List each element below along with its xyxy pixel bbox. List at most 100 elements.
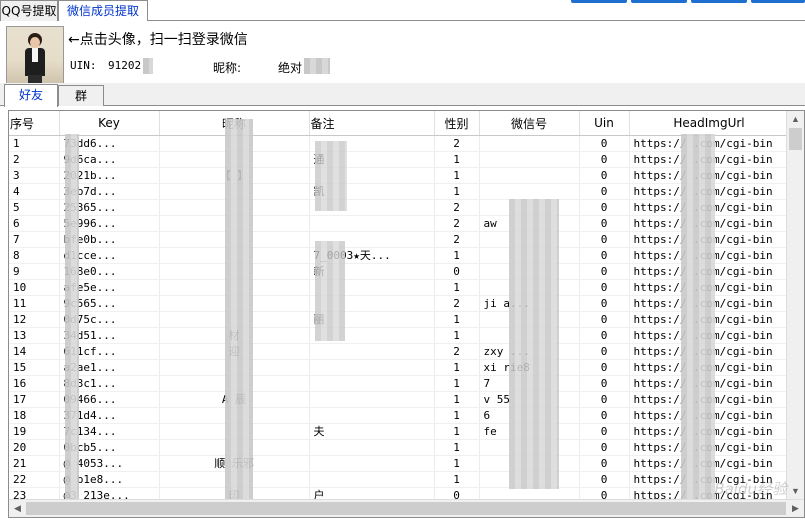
- scroll-up-arrow-icon[interactable]: ▲: [787, 111, 804, 128]
- horizontal-scrollbar[interactable]: ◀ ▶: [9, 499, 804, 517]
- table-cell: 2: [434, 215, 480, 232]
- table-cell: [479, 183, 580, 200]
- avatar[interactable]: [6, 26, 64, 84]
- table-row[interactable]: 10 afe5e... 1 0 https:// .com/cgi-bin: [9, 279, 790, 296]
- table-cell: [159, 375, 310, 392]
- table-cell: [309, 343, 435, 360]
- table-cell: 2: [434, 231, 480, 248]
- table-row[interactable]: 8 d1cce... 7_0003★天... 1 0 https:// .com/cgi-…: [9, 247, 790, 264]
- table-cell: 0: [579, 391, 630, 408]
- table-cell: 17: [9, 391, 60, 408]
- table-cell: 6: [9, 215, 60, 232]
- table-row[interactable]: 1 73dd6... 2 0 https:// .com/cgi-bin: [9, 135, 790, 152]
- table-row[interactable]: 19 7c134... 夫 1 fe 0 https:// .com/cgi-bin: [9, 423, 790, 440]
- scroll-left-arrow-icon[interactable]: ◀: [9, 500, 26, 517]
- table-cell: a2ae1...: [59, 359, 160, 376]
- table-cell: zxy ...: [479, 343, 580, 360]
- table-cell: v 55: [479, 391, 580, 408]
- scroll-down-arrow-icon[interactable]: ▼: [787, 483, 804, 500]
- table-cell: https:// .com/cgi-bin: [629, 455, 790, 472]
- table-row[interactable]: 7 bfe0b... 2 0 https:// .com/cgi-bin: [9, 231, 790, 248]
- tab-wechat-member-extract[interactable]: 微信成员提取: [58, 0, 148, 22]
- table-cell: 7_0003★天...: [309, 247, 435, 264]
- toolbar-button-1[interactable]: [571, 0, 627, 3]
- table-cell: 09466...: [59, 391, 160, 408]
- table-cell: 22: [9, 471, 60, 488]
- table-row[interactable]: 6 5e996... 2 aw 0 https:// .com/cgi-bin: [9, 215, 790, 232]
- table-cell: https:// .com/cgi-bin: [629, 215, 790, 232]
- column-header[interactable]: 备注: [309, 111, 435, 136]
- table-cell: 0: [579, 231, 630, 248]
- table-row[interactable]: 5 25365... 2 0 https:// .com/cgi-bin: [9, 199, 790, 216]
- scroll-right-arrow-icon[interactable]: ▶: [787, 500, 804, 517]
- table-cell: 18: [9, 407, 60, 424]
- table-cell: ji a...: [479, 295, 580, 312]
- table-cell: 19: [9, 423, 60, 440]
- table-cell: https:// .com/cgi-bin: [629, 295, 790, 312]
- table-cell: [479, 455, 580, 472]
- table-row[interactable]: 9 168e0... 新 0 0 https:// .com/cgi-bin: [9, 263, 790, 280]
- table-row[interactable]: 20 0bcb5... 1 0 https:// .com/cgi-bin: [9, 439, 790, 456]
- table-cell: [479, 199, 580, 216]
- table-cell: [159, 135, 310, 152]
- table-row[interactable]: 11 9c565... 2 ji a... 0 https:// .com/cgi-bin: [9, 295, 790, 312]
- table-cell: xi rie8: [479, 359, 580, 376]
- vertical-scrollbar[interactable]: ▲ ▼: [786, 111, 804, 500]
- table-cell: [479, 439, 580, 456]
- table-row[interactable]: 16 8d3c1... 1 7 0 https:// .com/cgi-bin: [9, 375, 790, 392]
- vertical-scroll-thumb[interactable]: [789, 128, 802, 150]
- column-header[interactable]: 微信号: [479, 111, 580, 136]
- table-cell: 0: [579, 215, 630, 232]
- toolbar-button-4[interactable]: [751, 0, 805, 3]
- table-cell: 73dd6...: [59, 135, 160, 152]
- table-cell: @ 4053...: [59, 455, 160, 472]
- table-cell: [159, 151, 310, 168]
- tab-groups[interactable]: 群: [58, 85, 104, 106]
- table-row[interactable]: 4 3eb7d... 凯 1 0 https:// .com/cgi-bin: [9, 183, 790, 200]
- tab-friends[interactable]: 好友: [4, 84, 58, 107]
- column-header[interactable]: Uin: [579, 111, 630, 136]
- table-row[interactable]: 18 371d4... 1 6 0 https:// .com/cgi-bin: [9, 407, 790, 424]
- column-header[interactable]: 序号: [9, 111, 60, 136]
- table-cell: [309, 215, 435, 232]
- table-row[interactable]: 12 0d75c... 丽 1 0 https:// .com/cgi-bin: [9, 311, 790, 328]
- uin-label: UIN:: [70, 59, 97, 72]
- table-cell: 1: [434, 311, 480, 328]
- table-row[interactable]: 2 9d6ca... 通 1 0 https:// .com/cgi-bin: [9, 151, 790, 168]
- toolbar-button-2[interactable]: [631, 0, 687, 3]
- table-row[interactable]: 21 @ 4053... 顺 乐邪 1 0 https:// .com/cgi-bin: [9, 455, 790, 472]
- table-row[interactable]: 22 @ b1e8... 1 0 https:// .com/cgi-bin: [9, 471, 790, 488]
- table-cell: 0: [434, 263, 480, 280]
- table-cell: 0: [579, 375, 630, 392]
- table-cell: 21: [9, 455, 60, 472]
- table-cell: 1: [434, 471, 480, 488]
- horizontal-scroll-thumb[interactable]: [26, 502, 786, 515]
- table-cell: 材: [159, 327, 310, 344]
- table-cell: 0: [579, 471, 630, 488]
- friends-table[interactable]: 序号 Key 昵称 备注 性别 微信号 Uin HeadImgUrl 1 73dd6... 2 0 h…: [8, 110, 805, 518]
- table-cell: [479, 231, 580, 248]
- column-header[interactable]: 性别: [434, 111, 480, 136]
- table-cell: [309, 295, 435, 312]
- tab-qq-extract[interactable]: QQ号提取: [0, 0, 58, 21]
- column-header[interactable]: 昵称: [159, 111, 310, 136]
- table-row[interactable]: 15 a2ae1... 1 xi rie8 0 https:// .com/cgi-bin: [9, 359, 790, 376]
- table-cell: [479, 327, 580, 344]
- table-row[interactable]: 17 09466... A 辰 1v 55 0 https:// .com/cgi-bin: [9, 391, 790, 408]
- table-cell: 0: [579, 359, 630, 376]
- table-header: 序号 Key 昵称 备注 性别 微信号 Uin HeadImgUrl: [9, 111, 790, 136]
- table-row[interactable]: 13 34d51... 材 1 0 https:// .com/cgi-bin: [9, 327, 790, 344]
- column-header[interactable]: Key: [59, 111, 160, 136]
- table-cell: [159, 263, 310, 280]
- table-cell: 6: [479, 407, 580, 424]
- table-cell: [159, 231, 310, 248]
- column-header[interactable]: HeadImgUrl: [629, 111, 790, 136]
- table-cell: 1: [434, 455, 480, 472]
- table-cell: 0: [579, 199, 630, 216]
- table-cell: 0: [579, 247, 630, 264]
- table-row[interactable]: 3 2021b... 【 】 1 0 https:// .com/cgi-bin: [9, 167, 790, 184]
- toolbar-button-3[interactable]: [691, 0, 747, 3]
- table-row[interactable]: 14 611cf... 迎 2 zxy ... 0 https:// .com/cgi-bi…: [9, 343, 790, 360]
- table-cell: https:// .com/cgi-bin: [629, 311, 790, 328]
- table-cell: https:// .com/cgi-bin: [629, 167, 790, 184]
